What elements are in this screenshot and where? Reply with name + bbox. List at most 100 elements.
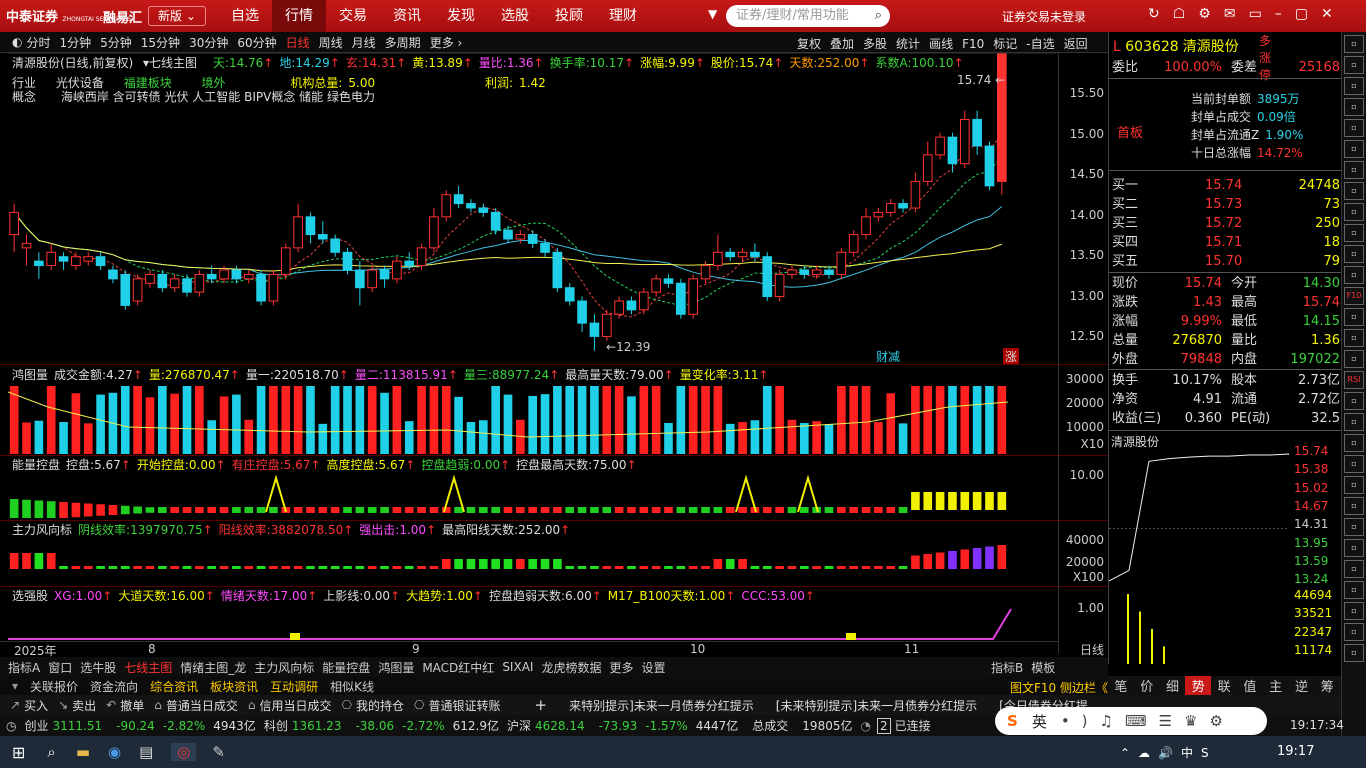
menu-item[interactable]: 选股 (488, 0, 542, 32)
notes-icon[interactable]: ▤ (139, 743, 153, 761)
candle[interactable] (922, 141, 933, 186)
bid-row[interactable]: 买五 15.70 79 (1109, 252, 1342, 271)
detail-tab[interactable]: 值 (1237, 676, 1263, 695)
chart-tool[interactable]: 标记 (993, 35, 1017, 52)
chart-tool[interactable]: 返回 (1064, 35, 1088, 52)
info-tab[interactable]: 板块资讯 (210, 678, 258, 695)
collapse-icon[interactable]: ▾ (12, 679, 18, 693)
candle[interactable] (342, 247, 353, 275)
info-tab[interactable]: 关联报价 (30, 678, 78, 695)
candle[interactable] (527, 230, 538, 248)
candle[interactable] (478, 203, 489, 217)
candle[interactable] (194, 270, 205, 297)
indicator-tab[interactable]: 设置 (641, 659, 665, 676)
candle[interactable] (984, 141, 995, 191)
index-name[interactable]: 科创 (264, 717, 288, 734)
sidebar-tool-icon[interactable]: ▫ (1344, 203, 1364, 221)
sidebar-tool-icon[interactable]: RSI (1344, 371, 1364, 389)
period-tab[interactable]: 更多 › (430, 34, 463, 51)
sidebar-tool-icon[interactable]: ▫ (1344, 224, 1364, 242)
candle[interactable] (305, 212, 316, 244)
sidebar-tool-icon[interactable]: ▫ (1344, 476, 1364, 494)
trade-action[interactable]: 普通当日成交 (166, 697, 238, 714)
sidebar-tool-icon[interactable]: ▫ (1344, 161, 1364, 179)
menu-item[interactable]: 发现 (434, 0, 488, 32)
detail-tab[interactable]: 细 (1160, 676, 1186, 695)
candle[interactable] (972, 110, 982, 155)
candle[interactable] (46, 243, 57, 270)
indicator-tab[interactable]: SIXAI (502, 660, 533, 674)
trade-action-icon[interactable]: ↗ (10, 698, 20, 712)
period-tab[interactable]: 30分钟 (189, 34, 228, 51)
candle[interactable] (429, 208, 439, 253)
candle[interactable] (725, 247, 736, 262)
candle[interactable] (145, 270, 155, 288)
detail-tab[interactable]: 主 (1263, 676, 1289, 695)
index-name[interactable]: 创业 (24, 717, 48, 734)
candle[interactable] (663, 274, 674, 288)
sidebar-tool-icon[interactable]: ▫ (1344, 350, 1364, 368)
candle[interactable] (268, 270, 279, 306)
sidebar-tool-icon[interactable]: ▫ (1344, 266, 1364, 284)
ime-tools-icon[interactable]: •)♫⌨☰♛⚙ (1061, 712, 1235, 730)
bid-row[interactable]: 买三 15.72 250 (1109, 214, 1342, 233)
candle[interactable] (799, 265, 810, 279)
indicator-tab[interactable]: 选牛股 (80, 659, 116, 676)
indicator-tab[interactable]: 更多 (609, 659, 633, 676)
sidebar-tool-icon[interactable]: ▫ (1344, 182, 1364, 200)
paint-icon[interactable]: ✎ (212, 743, 225, 761)
candle[interactable] (774, 270, 785, 301)
trade-action-icon[interactable]: ⌂ (154, 698, 162, 712)
sidebar-tool-icon[interactable]: ▫ (1344, 644, 1364, 662)
candle[interactable] (577, 296, 587, 332)
candle[interactable] (157, 270, 168, 293)
sidebar-tool-icon[interactable]: ▫ (1344, 539, 1364, 557)
sidebar-tool-icon[interactable]: ▫ (1344, 140, 1364, 158)
indicator-tab[interactable]: 七线主图 (124, 659, 172, 676)
candle[interactable] (441, 190, 452, 222)
candle[interactable] (453, 185, 464, 208)
chart-tool[interactable]: F10 (962, 37, 984, 51)
detail-tab[interactable]: 笔 (1108, 676, 1134, 695)
indicator-tab[interactable]: MACD红中红 (422, 659, 494, 676)
trade-action-icon[interactable]: ↘ (58, 698, 68, 712)
candle[interactable] (601, 309, 612, 341)
detail-tab[interactable]: 逆 (1289, 676, 1315, 695)
sidebar-tool-icon[interactable]: ▫ (1344, 329, 1364, 347)
trade-action[interactable]: 撤单 (120, 697, 144, 714)
indicator-tab[interactable]: 情绪主图_龙 (180, 659, 246, 676)
bid-row[interactable]: 买一 15.74 24748 (1109, 176, 1342, 195)
chart-tool[interactable]: 多股 (863, 35, 887, 52)
candle[interactable] (83, 252, 94, 266)
info-tab[interactable]: 综合资讯 (150, 678, 198, 695)
chart-tool[interactable]: 统计 (896, 35, 920, 52)
candle[interactable] (947, 132, 958, 173)
period-tab[interactable]: 15分钟 (141, 34, 180, 51)
detail-tab[interactable]: 价 (1134, 676, 1160, 695)
sidebar-tool-icon[interactable]: ▫ (1344, 455, 1364, 473)
chart-tool[interactable]: -自选 (1026, 35, 1054, 52)
candle[interactable] (873, 208, 884, 222)
add-icon[interactable]: + (535, 696, 548, 714)
candle[interactable] (676, 278, 686, 319)
candle[interactable] (355, 261, 365, 306)
search-input[interactable]: 证券/理财/常用功能 ⌕ (726, 5, 890, 27)
sidebar-tool-icon[interactable]: ▫ (1344, 308, 1364, 326)
chart-tool[interactable]: 复权 (797, 35, 821, 52)
candle[interactable] (490, 208, 501, 235)
menu-item[interactable]: 自选 (218, 0, 272, 32)
index-name[interactable]: 沪深 (507, 717, 531, 734)
event-tag[interactable]: 财减 (876, 348, 900, 365)
candle[interactable] (293, 203, 303, 253)
candle[interactable] (713, 234, 723, 270)
sidebar-tool-icon[interactable]: ▫ (1344, 602, 1364, 620)
trade-action[interactable]: 卖出 (72, 697, 96, 714)
sidebar-tool-icon[interactable]: ▫ (1344, 56, 1364, 74)
period-tab[interactable]: 5分钟 (100, 34, 132, 51)
info-tab[interactable]: 互动调研 (270, 678, 318, 695)
sidebar-tool-icon[interactable]: ▫ (1344, 392, 1364, 410)
volume-chart[interactable] (8, 382, 1057, 454)
notice-text[interactable]: 来特别提示]未来一月债券分红提示 (569, 697, 754, 714)
candle[interactable] (256, 270, 266, 306)
trading-app-icon[interactable]: ◎ (171, 743, 197, 761)
